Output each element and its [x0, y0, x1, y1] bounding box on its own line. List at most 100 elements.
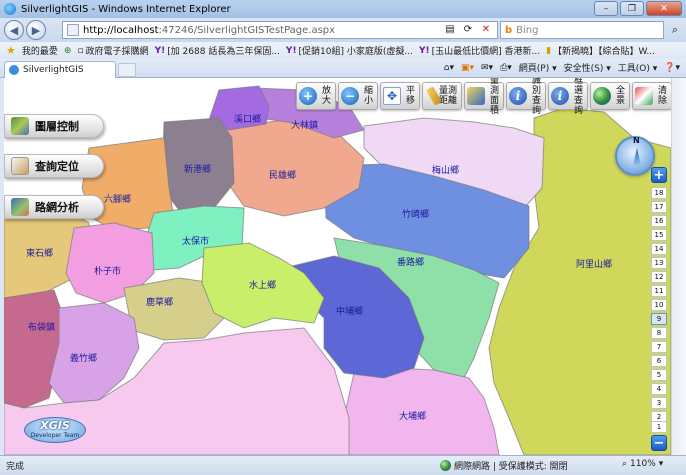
maximize-button[interactable]: ❐	[620, 1, 644, 16]
label-liujiao: 六腳鄉	[104, 193, 131, 205]
zoom-level-11[interactable]: 11	[651, 285, 667, 297]
logo-name: XGIS	[40, 419, 70, 432]
box-query-button[interactable]: i 框選查詢	[548, 78, 588, 116]
label-shuishang: 水上鄉	[249, 279, 276, 291]
zoom-slider-minus-button[interactable]: −	[651, 435, 667, 451]
minimize-button[interactable]: –	[594, 1, 618, 16]
map-toolbar: + 放大 − 縮小 ✥ 平移 量測距離 量測面積 i 識別查詢 i 框選查詢 全…	[296, 78, 671, 116]
zoom-level-7[interactable]: 7	[651, 341, 667, 353]
zoom-level-10[interactable]: 10	[651, 299, 667, 311]
label-budai: 布袋鎮	[28, 321, 55, 333]
info-icon: i	[551, 87, 569, 105]
label-dalin: 大林鎮	[291, 119, 318, 131]
zoom-level-4[interactable]: 4	[651, 383, 667, 395]
stop-icon[interactable]: ✕	[479, 22, 493, 36]
label-dongshi: 東石鄉	[26, 247, 53, 259]
label-zhuqi: 竹崎鄉	[402, 208, 429, 220]
address-row: ◀ ▶ http://localhost :47246/SilverlightG…	[0, 18, 686, 42]
zoom-out-button[interactable]: − 縮小	[338, 82, 378, 110]
page-icon: ▫	[77, 45, 84, 56]
measure-area-label: 量測面積	[489, 78, 499, 116]
mail-icon[interactable]: ✉▾	[481, 63, 493, 73]
command-bar: ⌂▾ ▣▾ ✉▾ ⎙▾ 網頁(P) ▾ 安全性(S) ▾ 工具(O) ▾ ❓▾	[444, 61, 680, 75]
page-menu[interactable]: 網頁(P) ▾	[519, 61, 557, 74]
zoom-level-18[interactable]: 18	[651, 187, 667, 199]
label-zhongpu: 中埔鄉	[336, 305, 363, 317]
close-button[interactable]: ✕	[646, 1, 682, 16]
label-xikou: 溪口鄉	[234, 113, 261, 125]
refresh-icon[interactable]: ⟳	[461, 22, 475, 36]
measure-distance-button[interactable]: 量測距離	[422, 82, 462, 110]
query-locate-button[interactable]: 查詢定位	[4, 154, 104, 178]
tab-silverlightgis[interactable]: SilverlightGIS	[4, 61, 116, 78]
compat-view-icon[interactable]: ▤	[443, 22, 457, 36]
zoom-in-button[interactable]: + 放大	[296, 82, 336, 110]
favorite-link[interactable]: Y! [促銷10組] 小家庭版(虛擬...	[285, 44, 413, 58]
xgis-logo: XGIS Developer Team	[24, 415, 86, 445]
favorite-link[interactable]: Y! [玉山最低比價網] 香港新...	[418, 44, 540, 58]
zoom-level-17[interactable]: 17	[651, 201, 667, 213]
zoom-level-12[interactable]: 12	[651, 271, 667, 283]
favorite-link[interactable]: ▫ 政府電子採購網	[77, 44, 149, 58]
new-tab-button[interactable]	[118, 63, 136, 77]
zoom-level-14[interactable]: 14	[651, 243, 667, 255]
zoom-level-3[interactable]: 3	[651, 397, 667, 409]
bookmark-icon: ▮	[546, 45, 552, 56]
route-analysis-button[interactable]: 路網分析	[4, 195, 104, 219]
area-icon	[467, 87, 485, 105]
security-zone[interactable]: 網際網路 | 受保護模式: 開閉	[440, 459, 568, 472]
zoom-level-8[interactable]: 8	[651, 327, 667, 339]
status-bar: 完成 網際網路 | 受保護模式: 開閉 ⌕ 110% ▾	[0, 455, 686, 475]
layer-control-button[interactable]: 圖層控制	[4, 114, 104, 138]
zoom-level-15[interactable]: 15	[651, 229, 667, 241]
favorite-link[interactable]: Y! [加 2688 話長為三年保固...	[155, 44, 280, 58]
back-button[interactable]: ◀	[4, 20, 24, 40]
pan-button[interactable]: ✥ 平移	[380, 82, 420, 110]
add-favorite-icon[interactable]: ⊕	[64, 46, 72, 56]
zoom-level-6[interactable]: 6	[651, 355, 667, 367]
compass-control[interactable]: N	[615, 136, 655, 176]
safety-menu[interactable]: 安全性(S) ▾	[564, 61, 611, 74]
search-icon[interactable]: ⌕	[666, 21, 684, 39]
status-text: 完成	[6, 462, 25, 472]
measure-area-button[interactable]: 量測面積	[464, 78, 504, 116]
zoom-level-5[interactable]: 5	[651, 369, 667, 381]
favorites-star-icon[interactable]: ★	[6, 44, 16, 57]
box-query-label: 框選查詢	[573, 78, 583, 116]
security-zone-label: 網際網路 | 受保護模式: 開閉	[454, 462, 568, 472]
info-icon: i	[509, 87, 527, 105]
ie-icon	[4, 3, 16, 15]
search-input[interactable]: b Bing	[500, 21, 664, 39]
township-map[interactable]: 溪口鄉 大林鎮 新港鄉 民雄鄉 梅山鄉 六腳鄉 竹崎鄉 太保市 東石鄉 朴子市 …	[4, 78, 671, 455]
clear-button[interactable]: 清除	[632, 82, 671, 110]
zoom-slider-plus-button[interactable]: +	[651, 167, 667, 183]
pan-icon: ✥	[383, 87, 401, 105]
label-meishan: 梅山鄉	[432, 164, 459, 176]
favorite-link-label: 政府電子採購網	[85, 47, 149, 57]
favorites-label[interactable]: 我的最愛	[22, 44, 58, 57]
yahoo-icon: Y!	[285, 45, 297, 56]
north-label: N	[633, 136, 640, 145]
label-fanlu: 番路鄉	[397, 256, 424, 268]
help-menu[interactable]: ❓▾	[664, 63, 680, 73]
identify-button[interactable]: i 識別查詢	[506, 78, 546, 116]
vertical-scrollbar[interactable]	[671, 78, 686, 455]
zoom-level-16[interactable]: 16	[651, 215, 667, 227]
zoom-level-control[interactable]: ⌕ 110% ▾	[622, 459, 663, 469]
map-viewport[interactable]: 溪口鄉 大林鎮 新港鄉 民雄鄉 梅山鄉 六腳鄉 竹崎鄉 太保市 東石鄉 朴子市 …	[4, 78, 671, 455]
full-extent-button[interactable]: 全景	[590, 82, 630, 110]
zoom-level-9[interactable]: 9	[651, 313, 667, 325]
print-icon[interactable]: ⎙▾	[500, 63, 512, 73]
feeds-icon[interactable]: ▣▾	[461, 63, 474, 73]
title-bar: SilverlightGIS - Windows Internet Explor…	[0, 0, 686, 18]
address-bar[interactable]: http://localhost :47246/SilverlightGISTe…	[62, 21, 498, 39]
tools-menu[interactable]: 工具(O) ▾	[618, 61, 658, 74]
layer-control-label: 圖層控制	[35, 120, 79, 133]
home-icon[interactable]: ⌂▾	[444, 63, 454, 73]
yahoo-icon: Y!	[418, 45, 430, 56]
region-xingang	[161, 117, 235, 211]
zoom-level-1[interactable]: 1	[651, 421, 667, 433]
zoom-level-13[interactable]: 13	[651, 257, 667, 269]
favorite-link[interactable]: ▮ 【新揭曉】【綜合貼】W...	[546, 44, 655, 58]
forward-button[interactable]: ▶	[26, 20, 46, 40]
